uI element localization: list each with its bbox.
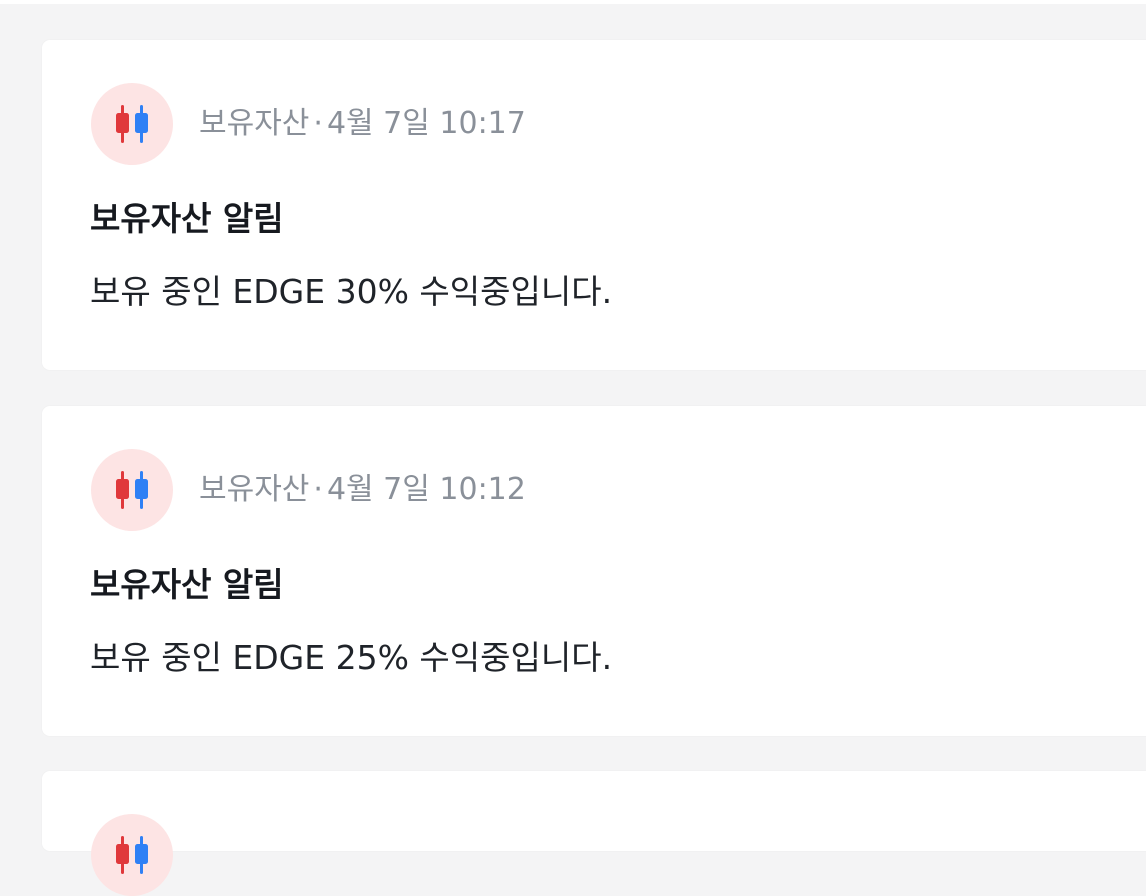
top-divider (0, 0, 1146, 4)
notification-card[interactable]: 보유자산 · 4월 7일 10:12 보유자산 알림 보유 중인 EDGE 25% … (42, 406, 1146, 736)
meta-separator: · (313, 106, 323, 141)
notification-card[interactable] (42, 771, 1146, 896)
notification-message: 보유 중인 EDGE 25% 수익중입니다. (90, 638, 613, 677)
meta-separator: · (313, 472, 323, 507)
notification-category: 보유자산 (199, 106, 310, 141)
notification-time: 4월 7일 10:17 (326, 106, 526, 141)
candlestick-chart-icon (91, 814, 173, 896)
notification-time: 4월 7일 10:12 (326, 472, 526, 507)
notification-title: 보유자산 알림 (90, 565, 284, 604)
notification-title: 보유자산 알림 (90, 199, 284, 238)
notification-meta: 보유자산 · 4월 7일 10:12 (199, 468, 526, 512)
notification-message: 보유 중인 EDGE 30% 수익중입니다. (90, 272, 613, 311)
notification-meta: 보유자산 · 4월 7일 10:17 (199, 102, 526, 146)
candlestick-chart-icon (91, 83, 173, 165)
notification-category: 보유자산 (199, 472, 310, 507)
notification-card[interactable]: 보유자산 · 4월 7일 10:17 보유자산 알림 보유 중인 EDGE 30% … (42, 40, 1146, 370)
candlestick-chart-icon (91, 449, 173, 531)
